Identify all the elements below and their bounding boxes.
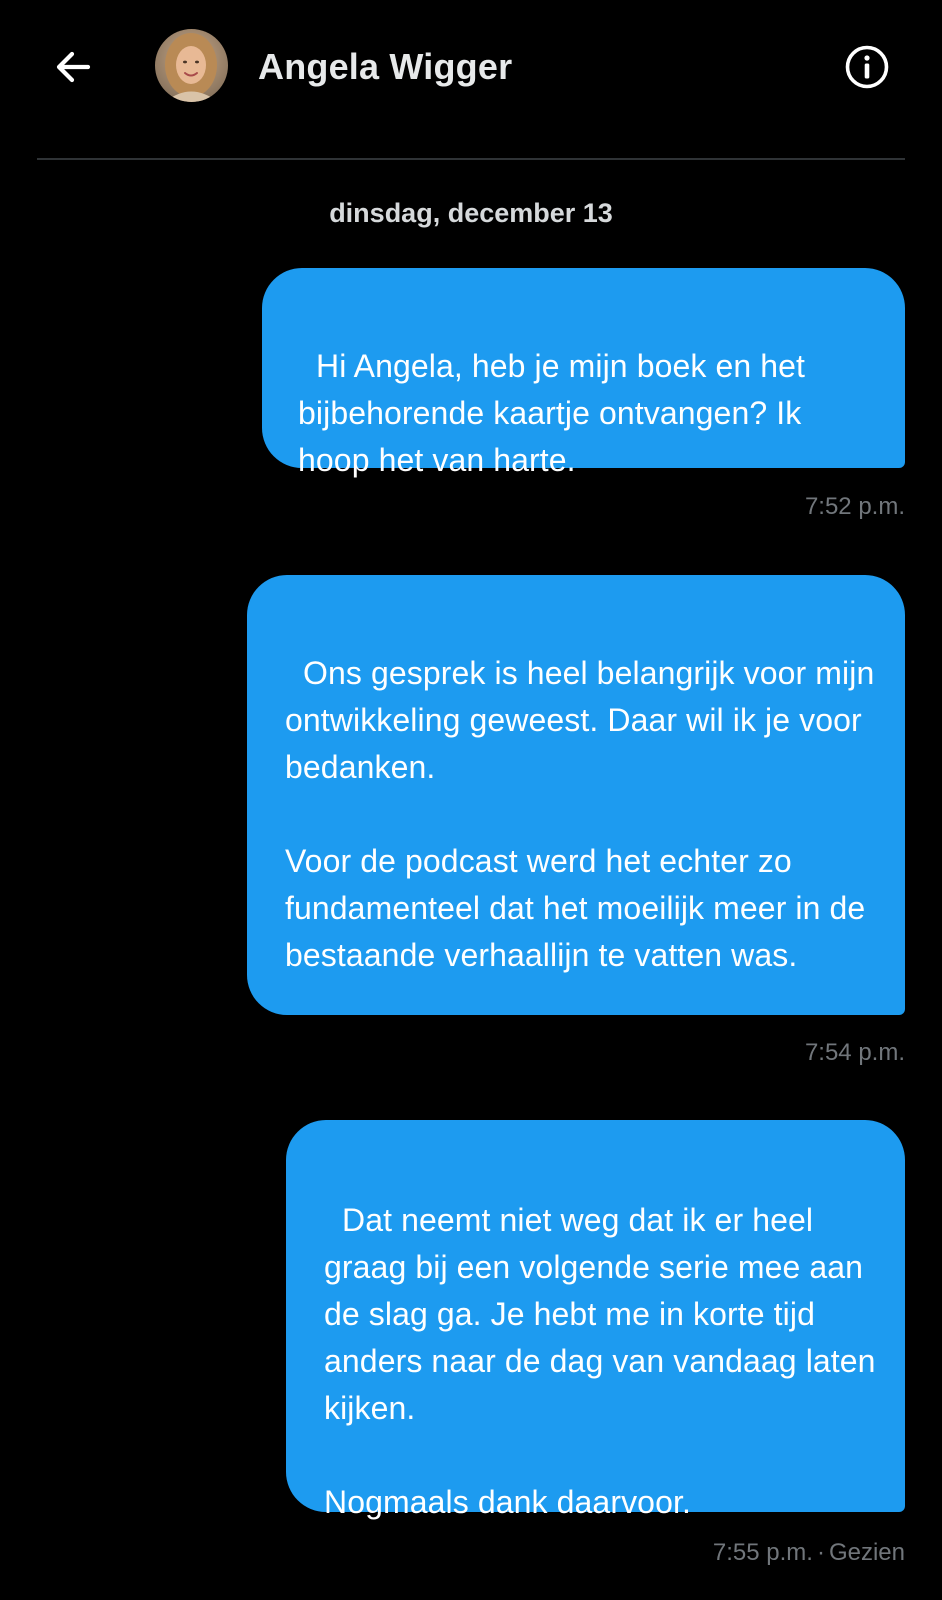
header-divider	[37, 158, 905, 160]
message-time: 7:52 p.m.	[804, 493, 905, 520]
conversation-header: Angela Wigger	[0, 0, 942, 158]
message-text: Dat neemt niet weg dat ik er heel graag …	[324, 1202, 876, 1520]
back-button[interactable]	[50, 44, 96, 90]
message-meta: 7:55 p.m. · Gezien	[713, 1539, 905, 1567]
message-text: Ons gesprek is heel belangrijk voor mijn…	[285, 655, 875, 973]
message-text: Hi Angela, heb je mijn boek en het bijbe…	[298, 348, 815, 478]
message-bubble[interactable]: Hi Angela, heb je mijn boek en het bijbe…	[262, 268, 905, 478]
arrow-left-icon	[56, 51, 91, 83]
info-button[interactable]	[843, 43, 891, 91]
contact-name[interactable]: Angela Wigger	[258, 46, 512, 88]
meta-separator: ·	[816, 1539, 825, 1566]
avatar[interactable]	[155, 29, 228, 102]
message-time: 7:54 p.m.	[804, 1039, 905, 1066]
message-time: 7:55 p.m.	[712, 1539, 813, 1566]
seen-status: Gezien	[828, 1539, 905, 1566]
message-bubble[interactable]: Dat neemt niet weg dat ik er heel graag …	[286, 1120, 905, 1520]
message-bubble[interactable]: Ons gesprek is heel belangrijk voor mijn…	[247, 575, 905, 1015]
info-icon	[845, 45, 889, 89]
date-separator: dinsdag, december 13	[329, 198, 613, 228]
message-meta: 7:52 p.m.	[805, 493, 905, 521]
message-meta: 7:54 p.m.	[805, 1039, 905, 1067]
